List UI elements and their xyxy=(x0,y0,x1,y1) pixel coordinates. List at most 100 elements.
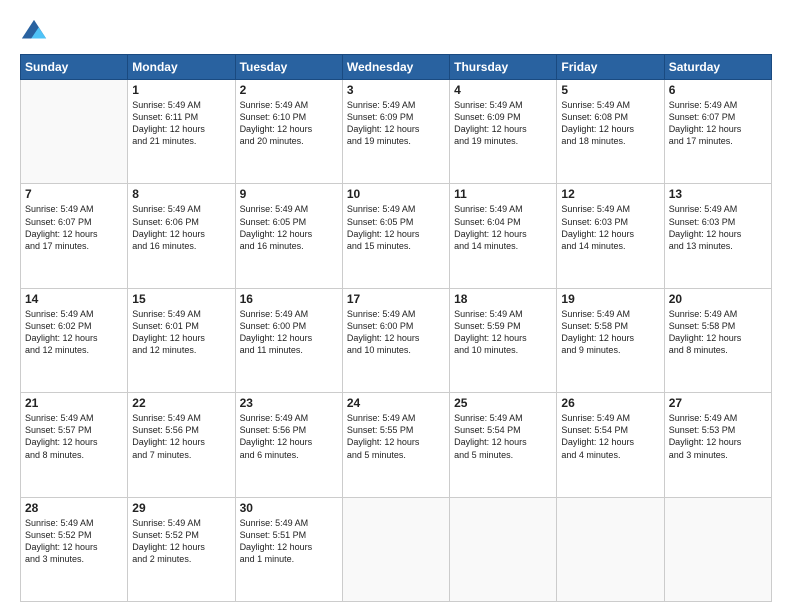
calendar-cell xyxy=(21,80,128,184)
page: SundayMondayTuesdayWednesdayThursdayFrid… xyxy=(0,0,792,612)
weekday-header-saturday: Saturday xyxy=(664,55,771,80)
cell-text: Sunrise: 5:49 AM Sunset: 5:58 PM Dayligh… xyxy=(669,308,767,357)
weekday-header-thursday: Thursday xyxy=(450,55,557,80)
cell-text: Sunrise: 5:49 AM Sunset: 5:51 PM Dayligh… xyxy=(240,517,338,566)
calendar-cell: 1 Sunrise: 5:49 AM Sunset: 6:11 PM Daylig… xyxy=(128,80,235,184)
cell-text: Sunrise: 5:49 AM Sunset: 6:05 PM Dayligh… xyxy=(240,203,338,252)
weekday-header-wednesday: Wednesday xyxy=(342,55,449,80)
day-number: 11 xyxy=(454,187,552,201)
cell-text: Sunrise: 5:49 AM Sunset: 6:06 PM Dayligh… xyxy=(132,203,230,252)
calendar-cell: 2 Sunrise: 5:49 AM Sunset: 6:10 PM Daylig… xyxy=(235,80,342,184)
day-number: 4 xyxy=(454,83,552,97)
calendar-cell: 12 Sunrise: 5:49 AM Sunset: 6:03 PM Dayli… xyxy=(557,184,664,288)
day-number: 12 xyxy=(561,187,659,201)
calendar-cell: 11 Sunrise: 5:49 AM Sunset: 6:04 PM Dayli… xyxy=(450,184,557,288)
cell-text: Sunrise: 5:49 AM Sunset: 6:05 PM Dayligh… xyxy=(347,203,445,252)
cell-text: Sunrise: 5:49 AM Sunset: 6:09 PM Dayligh… xyxy=(347,99,445,148)
cell-text: Sunrise: 5:49 AM Sunset: 5:52 PM Dayligh… xyxy=(25,517,123,566)
cell-text: Sunrise: 5:49 AM Sunset: 6:03 PM Dayligh… xyxy=(669,203,767,252)
calendar-cell: 28 Sunrise: 5:49 AM Sunset: 5:52 PM Dayli… xyxy=(21,497,128,601)
day-number: 25 xyxy=(454,396,552,410)
calendar-cell: 8Sunrise: 5:49 AM Sunset: 6:06 PM Daylig… xyxy=(128,184,235,288)
calendar-row-3: 21Sunrise: 5:49 AM Sunset: 5:57 PM Dayli… xyxy=(21,393,772,497)
day-number: 17 xyxy=(347,292,445,306)
cell-text: Sunrise: 5:49 AM Sunset: 5:55 PM Dayligh… xyxy=(347,412,445,461)
calendar-cell xyxy=(557,497,664,601)
logo xyxy=(20,18,52,46)
calendar-cell: 9 Sunrise: 5:49 AM Sunset: 6:05 PM Daylig… xyxy=(235,184,342,288)
cell-text: Sunrise: 5:49 AM Sunset: 6:07 PM Dayligh… xyxy=(25,203,123,252)
calendar-row-4: 28 Sunrise: 5:49 AM Sunset: 5:52 PM Dayli… xyxy=(21,497,772,601)
day-number: 6 xyxy=(669,83,767,97)
calendar-cell: 22Sunrise: 5:49 AM Sunset: 5:56 PM Dayli… xyxy=(128,393,235,497)
weekday-header-monday: Monday xyxy=(128,55,235,80)
day-number: 2 xyxy=(240,83,338,97)
calendar-cell xyxy=(450,497,557,601)
cell-text: Sunrise: 5:49 AM Sunset: 6:01 PM Dayligh… xyxy=(132,308,230,357)
calendar-cell: 5 Sunrise: 5:49 AM Sunset: 6:08 PM Daylig… xyxy=(557,80,664,184)
day-number: 28 xyxy=(25,501,123,515)
cell-text: Sunrise: 5:49 AM Sunset: 6:03 PM Dayligh… xyxy=(561,203,659,252)
weekday-header-sunday: Sunday xyxy=(21,55,128,80)
cell-text: Sunrise: 5:49 AM Sunset: 5:59 PM Dayligh… xyxy=(454,308,552,357)
calendar-cell: 6 Sunrise: 5:49 AM Sunset: 6:07 PM Daylig… xyxy=(664,80,771,184)
day-number: 30 xyxy=(240,501,338,515)
day-number: 3 xyxy=(347,83,445,97)
cell-text: Sunrise: 5:49 AM Sunset: 6:10 PM Dayligh… xyxy=(240,99,338,148)
day-number: 22 xyxy=(132,396,230,410)
day-number: 24 xyxy=(347,396,445,410)
day-number: 19 xyxy=(561,292,659,306)
calendar-cell: 23 Sunrise: 5:49 AM Sunset: 5:56 PM Dayli… xyxy=(235,393,342,497)
calendar-cell: 14 Sunrise: 5:49 AM Sunset: 6:02 PM Dayli… xyxy=(21,288,128,392)
logo-icon xyxy=(20,18,48,46)
day-number: 14 xyxy=(25,292,123,306)
calendar-cell: 17 Sunrise: 5:49 AM Sunset: 6:00 PM Dayli… xyxy=(342,288,449,392)
day-number: 21 xyxy=(25,396,123,410)
calendar-cell xyxy=(342,497,449,601)
cell-text: Sunrise: 5:49 AM Sunset: 6:08 PM Dayligh… xyxy=(561,99,659,148)
day-number: 16 xyxy=(240,292,338,306)
weekday-header-friday: Friday xyxy=(557,55,664,80)
day-number: 27 xyxy=(669,396,767,410)
weekday-header-row: SundayMondayTuesdayWednesdayThursdayFrid… xyxy=(21,55,772,80)
cell-text: Sunrise: 5:49 AM Sunset: 6:07 PM Dayligh… xyxy=(669,99,767,148)
cell-text: Sunrise: 5:49 AM Sunset: 6:04 PM Dayligh… xyxy=(454,203,552,252)
day-number: 29 xyxy=(132,501,230,515)
day-number: 1 xyxy=(132,83,230,97)
day-number: 15 xyxy=(132,292,230,306)
calendar-cell: 27Sunrise: 5:49 AM Sunset: 5:53 PM Dayli… xyxy=(664,393,771,497)
calendar-cell: 10 Sunrise: 5:49 AM Sunset: 6:05 PM Dayli… xyxy=(342,184,449,288)
weekday-header-tuesday: Tuesday xyxy=(235,55,342,80)
day-number: 20 xyxy=(669,292,767,306)
day-number: 5 xyxy=(561,83,659,97)
day-number: 23 xyxy=(240,396,338,410)
day-number: 10 xyxy=(347,187,445,201)
calendar-cell: 7 Sunrise: 5:49 AM Sunset: 6:07 PM Daylig… xyxy=(21,184,128,288)
calendar-cell: 13Sunrise: 5:49 AM Sunset: 6:03 PM Dayli… xyxy=(664,184,771,288)
cell-text: Sunrise: 5:49 AM Sunset: 5:54 PM Dayligh… xyxy=(561,412,659,461)
calendar-table: SundayMondayTuesdayWednesdayThursdayFrid… xyxy=(20,54,772,602)
calendar-cell: 29Sunrise: 5:49 AM Sunset: 5:52 PM Dayli… xyxy=(128,497,235,601)
day-number: 9 xyxy=(240,187,338,201)
day-number: 26 xyxy=(561,396,659,410)
cell-text: Sunrise: 5:49 AM Sunset: 5:56 PM Dayligh… xyxy=(240,412,338,461)
calendar-cell: 24 Sunrise: 5:49 AM Sunset: 5:55 PM Dayli… xyxy=(342,393,449,497)
calendar-cell: 18 Sunrise: 5:49 AM Sunset: 5:59 PM Dayli… xyxy=(450,288,557,392)
cell-text: Sunrise: 5:49 AM Sunset: 5:54 PM Dayligh… xyxy=(454,412,552,461)
calendar-cell: 3 Sunrise: 5:49 AM Sunset: 6:09 PM Daylig… xyxy=(342,80,449,184)
cell-text: Sunrise: 5:49 AM Sunset: 6:11 PM Dayligh… xyxy=(132,99,230,148)
calendar-cell: 16 Sunrise: 5:49 AM Sunset: 6:00 PM Dayli… xyxy=(235,288,342,392)
calendar-cell xyxy=(664,497,771,601)
day-number: 18 xyxy=(454,292,552,306)
cell-text: Sunrise: 5:49 AM Sunset: 5:58 PM Dayligh… xyxy=(561,308,659,357)
cell-text: Sunrise: 5:49 AM Sunset: 6:00 PM Dayligh… xyxy=(347,308,445,357)
calendar-cell: 4Sunrise: 5:49 AM Sunset: 6:09 PM Daylig… xyxy=(450,80,557,184)
cell-text: Sunrise: 5:49 AM Sunset: 6:02 PM Dayligh… xyxy=(25,308,123,357)
calendar-row-2: 14 Sunrise: 5:49 AM Sunset: 6:02 PM Dayli… xyxy=(21,288,772,392)
calendar-cell: 20 Sunrise: 5:49 AM Sunset: 5:58 PM Dayli… xyxy=(664,288,771,392)
cell-text: Sunrise: 5:49 AM Sunset: 6:00 PM Dayligh… xyxy=(240,308,338,357)
calendar-row-1: 7 Sunrise: 5:49 AM Sunset: 6:07 PM Daylig… xyxy=(21,184,772,288)
calendar-cell: 15 Sunrise: 5:49 AM Sunset: 6:01 PM Dayli… xyxy=(128,288,235,392)
calendar-cell: 30 Sunrise: 5:49 AM Sunset: 5:51 PM Dayli… xyxy=(235,497,342,601)
day-number: 7 xyxy=(25,187,123,201)
